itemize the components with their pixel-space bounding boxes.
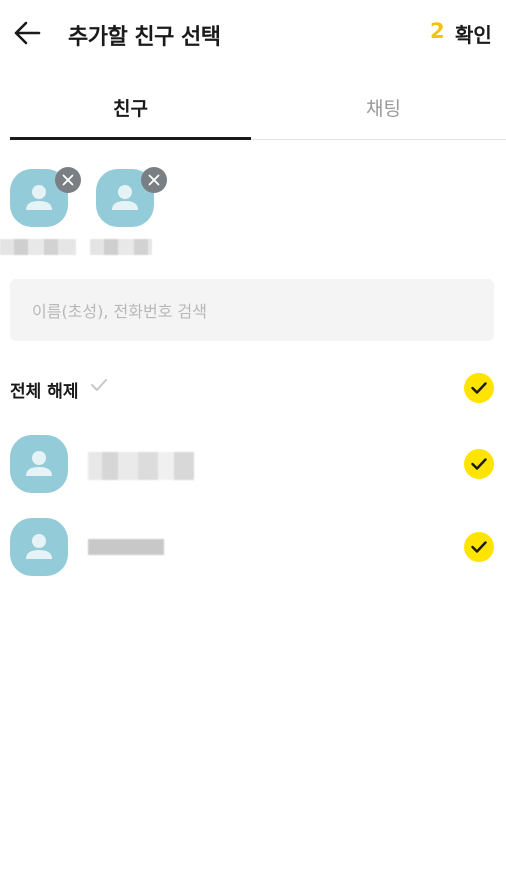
avatar (10, 435, 68, 493)
close-icon (148, 174, 160, 186)
check-icon (471, 382, 487, 394)
top-bar: 추가할 친구 선택 2 확인 (0, 0, 506, 66)
deselect-all-row[interactable]: 전체 해제 (10, 368, 494, 408)
selected-count-badge: 2 (430, 19, 445, 43)
check-icon (471, 541, 487, 553)
selected-friend-name (90, 239, 152, 255)
arrow-left-icon (14, 21, 41, 45)
back-button[interactable] (10, 16, 44, 50)
selected-friend-chip (86, 167, 167, 257)
friend-checkbox[interactable] (464, 532, 494, 562)
friend-name (88, 539, 164, 555)
page-title: 추가할 친구 선택 (68, 25, 221, 50)
friend-name (88, 452, 194, 480)
close-icon (62, 174, 74, 186)
tab-friends[interactable]: 친구 (10, 76, 251, 139)
tab-chat[interactable]: 채팅 (261, 76, 506, 139)
tab-bar: 친구 채팅 (10, 76, 506, 140)
search-input[interactable] (30, 279, 474, 343)
check-icon (91, 379, 107, 391)
remove-selected-button[interactable] (55, 167, 81, 193)
friend-list-item[interactable] (10, 517, 494, 577)
person-icon (26, 451, 52, 476)
avatar (10, 518, 68, 576)
selected-friend-chip (0, 167, 81, 257)
check-icon (471, 458, 487, 470)
active-tab-indicator (10, 137, 251, 140)
friend-list-item[interactable] (10, 434, 494, 494)
deselect-all-checkbox[interactable] (464, 373, 494, 403)
selected-friend-name (0, 239, 76, 255)
search-bar (10, 279, 494, 343)
friend-checkbox[interactable] (464, 449, 494, 479)
confirm-button[interactable]: 확인 (455, 19, 492, 48)
deselect-all-label: 전체 해제 (10, 382, 79, 402)
person-icon (26, 534, 52, 559)
remove-selected-button[interactable] (141, 167, 167, 193)
